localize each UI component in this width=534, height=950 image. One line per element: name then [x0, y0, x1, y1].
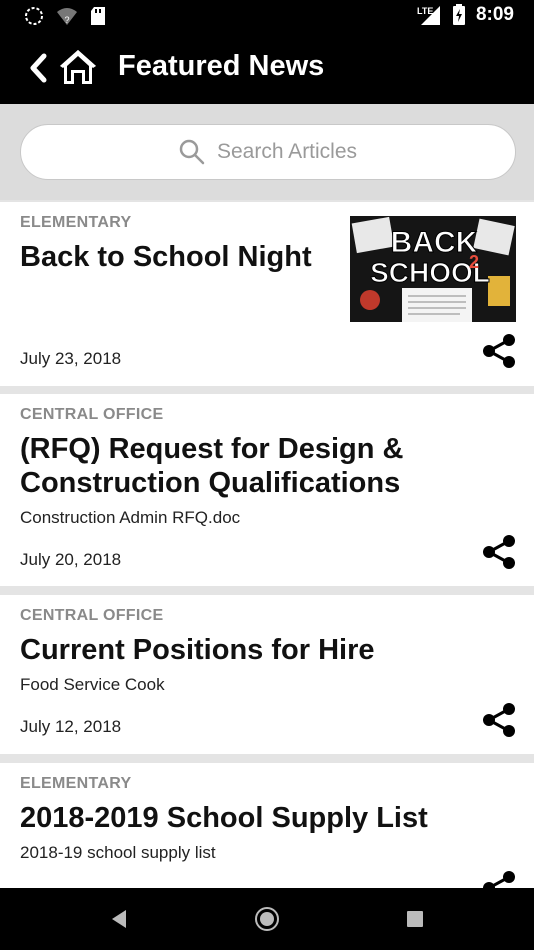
- thumbnail-text-back: BACK: [391, 226, 478, 259]
- article-title: 2018-2019 School Supply List: [20, 802, 428, 834]
- article-date: July 20, 2018: [20, 550, 122, 569]
- status-icons-right: LTE 8:09: [416, 4, 514, 26]
- share-icon[interactable]: [482, 702, 516, 738]
- article-date: July 12, 2018: [20, 717, 122, 736]
- article-subtitle: Food Service Cook: [20, 675, 165, 694]
- share-icon[interactable]: [482, 333, 516, 369]
- article-subtitle: 2018-19 school supply list: [20, 843, 216, 862]
- article-subtitle: Construction Admin RFQ.doc: [20, 508, 241, 527]
- sd-card-icon: [91, 7, 105, 25]
- nav-back-icon[interactable]: [108, 908, 130, 930]
- thumbnail-text-accent: 2: [469, 252, 479, 272]
- article-category: CENTRAL OFFICE: [20, 406, 164, 423]
- search-input[interactable]: Search Articles: [20, 124, 516, 180]
- share-icon[interactable]: [482, 870, 516, 888]
- wifi-question-icon: ?: [57, 8, 77, 25]
- share-icon[interactable]: [482, 534, 516, 570]
- article-title-line-2: Construction Qualifications: [20, 467, 401, 499]
- nav-home-icon[interactable]: [254, 906, 280, 932]
- battery-charging-icon: [452, 4, 465, 25]
- app-bar: Featured News: [0, 32, 534, 104]
- search-section: Search Articles: [0, 104, 534, 200]
- status-time: 8:09: [475, 4, 514, 25]
- back-arrow-icon[interactable]: [24, 50, 54, 86]
- signal-icon: LTE: [417, 6, 440, 25]
- status-bar: ? LTE 8:09: [0, 0, 534, 32]
- search-icon: [179, 139, 205, 165]
- article-category: ELEMENTARY: [20, 775, 132, 792]
- home-icon[interactable]: [58, 48, 98, 86]
- network-type-label: LTE: [417, 6, 433, 16]
- article-thumbnail[interactable]: BACK SCHOOL 2: [350, 216, 516, 322]
- article-card[interactable]: ELEMENTARY Back to School Night BACK SCH…: [0, 202, 534, 386]
- article-title: Current Positions for Hire: [20, 634, 375, 666]
- article-category: CENTRAL OFFICE: [20, 607, 164, 624]
- article-title: Back to School Night: [20, 241, 312, 273]
- article-card[interactable]: CENTRAL OFFICE (RFQ) Request for Design …: [0, 394, 534, 586]
- sync-icon: [25, 7, 43, 25]
- article-date: July 23, 2018: [20, 349, 122, 368]
- nav-recents-icon[interactable]: [406, 910, 424, 928]
- svg-text:?: ?: [64, 15, 69, 25]
- status-icons-left: ?: [24, 6, 106, 26]
- page-title: Featured News: [118, 50, 325, 82]
- article-title-line-1: (RFQ) Request for Design &: [20, 433, 404, 465]
- article-card[interactable]: ELEMENTARY 2018-2019 School Supply List …: [0, 763, 534, 888]
- system-nav-bar: [0, 888, 534, 950]
- search-placeholder: Search Articles: [216, 140, 358, 163]
- article-card[interactable]: CENTRAL OFFICE Current Positions for Hir…: [0, 595, 534, 754]
- article-category: ELEMENTARY: [20, 214, 132, 231]
